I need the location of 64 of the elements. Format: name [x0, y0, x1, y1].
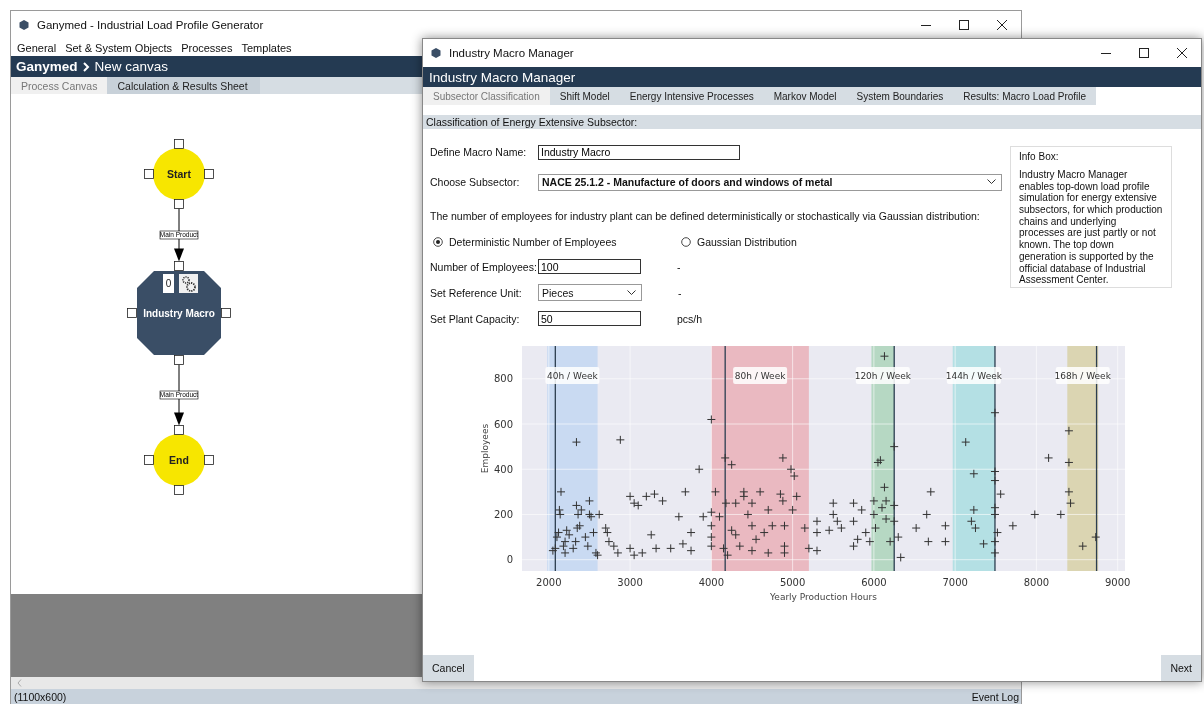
- field-label: Number of Employees:: [430, 260, 538, 273]
- x-tick-label: 6000: [861, 577, 887, 588]
- info-title: Info Box:: [1019, 151, 1060, 162]
- menu-item[interactable]: Set & System Objects: [65, 41, 173, 54]
- band-label: 120h / Week: [854, 367, 911, 384]
- band-label: 80h / Week: [733, 367, 788, 384]
- node-label: End: [169, 454, 189, 466]
- page-title: New canvas: [94, 59, 169, 74]
- field-label: Choose Subsector:: [430, 176, 521, 188]
- cancel-button[interactable]: Cancel: [423, 655, 474, 681]
- number-field[interactable]: 50: [538, 311, 641, 326]
- event-log-link[interactable]: Event Log: [971, 691, 1019, 703]
- menu-item[interactable]: Templates: [241, 41, 292, 54]
- unit-label: -: [677, 260, 681, 273]
- field-label: Define Macro Name:: [430, 146, 528, 158]
- count-value: 0: [165, 278, 172, 289]
- x-tick-label: 8000: [1023, 577, 1050, 588]
- x-axis-title: Yearly Production Hours: [770, 592, 877, 602]
- app-name: Ganymed: [16, 59, 78, 74]
- node-label: Industry Macro: [143, 308, 215, 319]
- tab[interactable]: Calculation & Results Sheet: [107, 77, 260, 94]
- field-label: Set Reference Unit:: [430, 286, 523, 299]
- dialog-header: Industry Macro Manager: [429, 69, 576, 85]
- menu-item[interactable]: General: [17, 41, 57, 54]
- annotation: 120h / Week: [854, 371, 912, 381]
- macro-name-field[interactable]: Industry Macro: [538, 144, 740, 160]
- next-button[interactable]: Next: [1161, 655, 1201, 681]
- band-label: 144h / Week: [945, 367, 1002, 384]
- x-tick-label: 2000: [536, 577, 562, 588]
- band-label: 40h / Week: [545, 367, 600, 384]
- annotation: 40h / Week: [547, 371, 599, 381]
- number-field[interactable]: 100: [538, 259, 641, 274]
- y-tick-label: 800: [493, 373, 513, 385]
- node-label: Start: [167, 168, 191, 180]
- unit-label: -: [678, 286, 682, 299]
- info-text: Industry Macro Manager enables top-down load profile simulation for energy extensive subsectors, for which production chains and underlying processes are just partly or not known. The top down generation is supported by the official database of Industrial Assessment Center.: [1019, 169, 1163, 286]
- band-label: 168h / Week: [1054, 367, 1111, 384]
- unit-dropdown[interactable]: Pieces: [538, 284, 642, 301]
- y-tick-label: 400: [493, 463, 513, 475]
- window-title: Ganymed - Industrial Load Profile Generator: [37, 19, 264, 31]
- radio-option[interactable]: Deterministic Number of Employees: [430, 236, 678, 248]
- subsector-dropdown[interactable]: NACE 25.1.2 - Manufacture of doors and windows of metal: [538, 173, 1002, 191]
- field-label: Set Plant Capacity:: [430, 312, 521, 325]
- annotation: 144h / Week: [945, 371, 1003, 381]
- tab[interactable]: Process Canvas: [11, 77, 108, 94]
- y-axis-title: Employees: [480, 423, 490, 474]
- annotation: 80h / Week: [734, 371, 787, 381]
- section-title: Classification of Energy Extensive Subsector:: [426, 116, 638, 128]
- x-tick-label: 5000: [779, 577, 806, 588]
- radio-option[interactable]: Gaussian Distribution: [678, 236, 926, 248]
- window-title: Industry Macro Manager: [449, 47, 574, 59]
- x-tick-label: 7000: [942, 577, 968, 588]
- canvas-size: (1100x600): [14, 691, 67, 703]
- x-tick-label: 9000: [1104, 577, 1131, 588]
- annotation: 168h / Week: [1054, 371, 1112, 381]
- y-tick-label: 0: [506, 554, 513, 566]
- unit-label: pcs/h: [677, 312, 703, 325]
- x-tick-label: 4000: [698, 577, 725, 588]
- description-text: The number of employees for industry plant can be defined deterministically or stochastically via Gaussian distribution:: [430, 210, 980, 222]
- y-tick-label: 600: [493, 418, 513, 430]
- tab[interactable]: Subsector Classification: [423, 87, 550, 105]
- x-tick-label: 3000: [617, 577, 643, 588]
- y-tick-label: 200: [493, 508, 513, 520]
- menu-item[interactable]: Processes: [181, 41, 233, 54]
